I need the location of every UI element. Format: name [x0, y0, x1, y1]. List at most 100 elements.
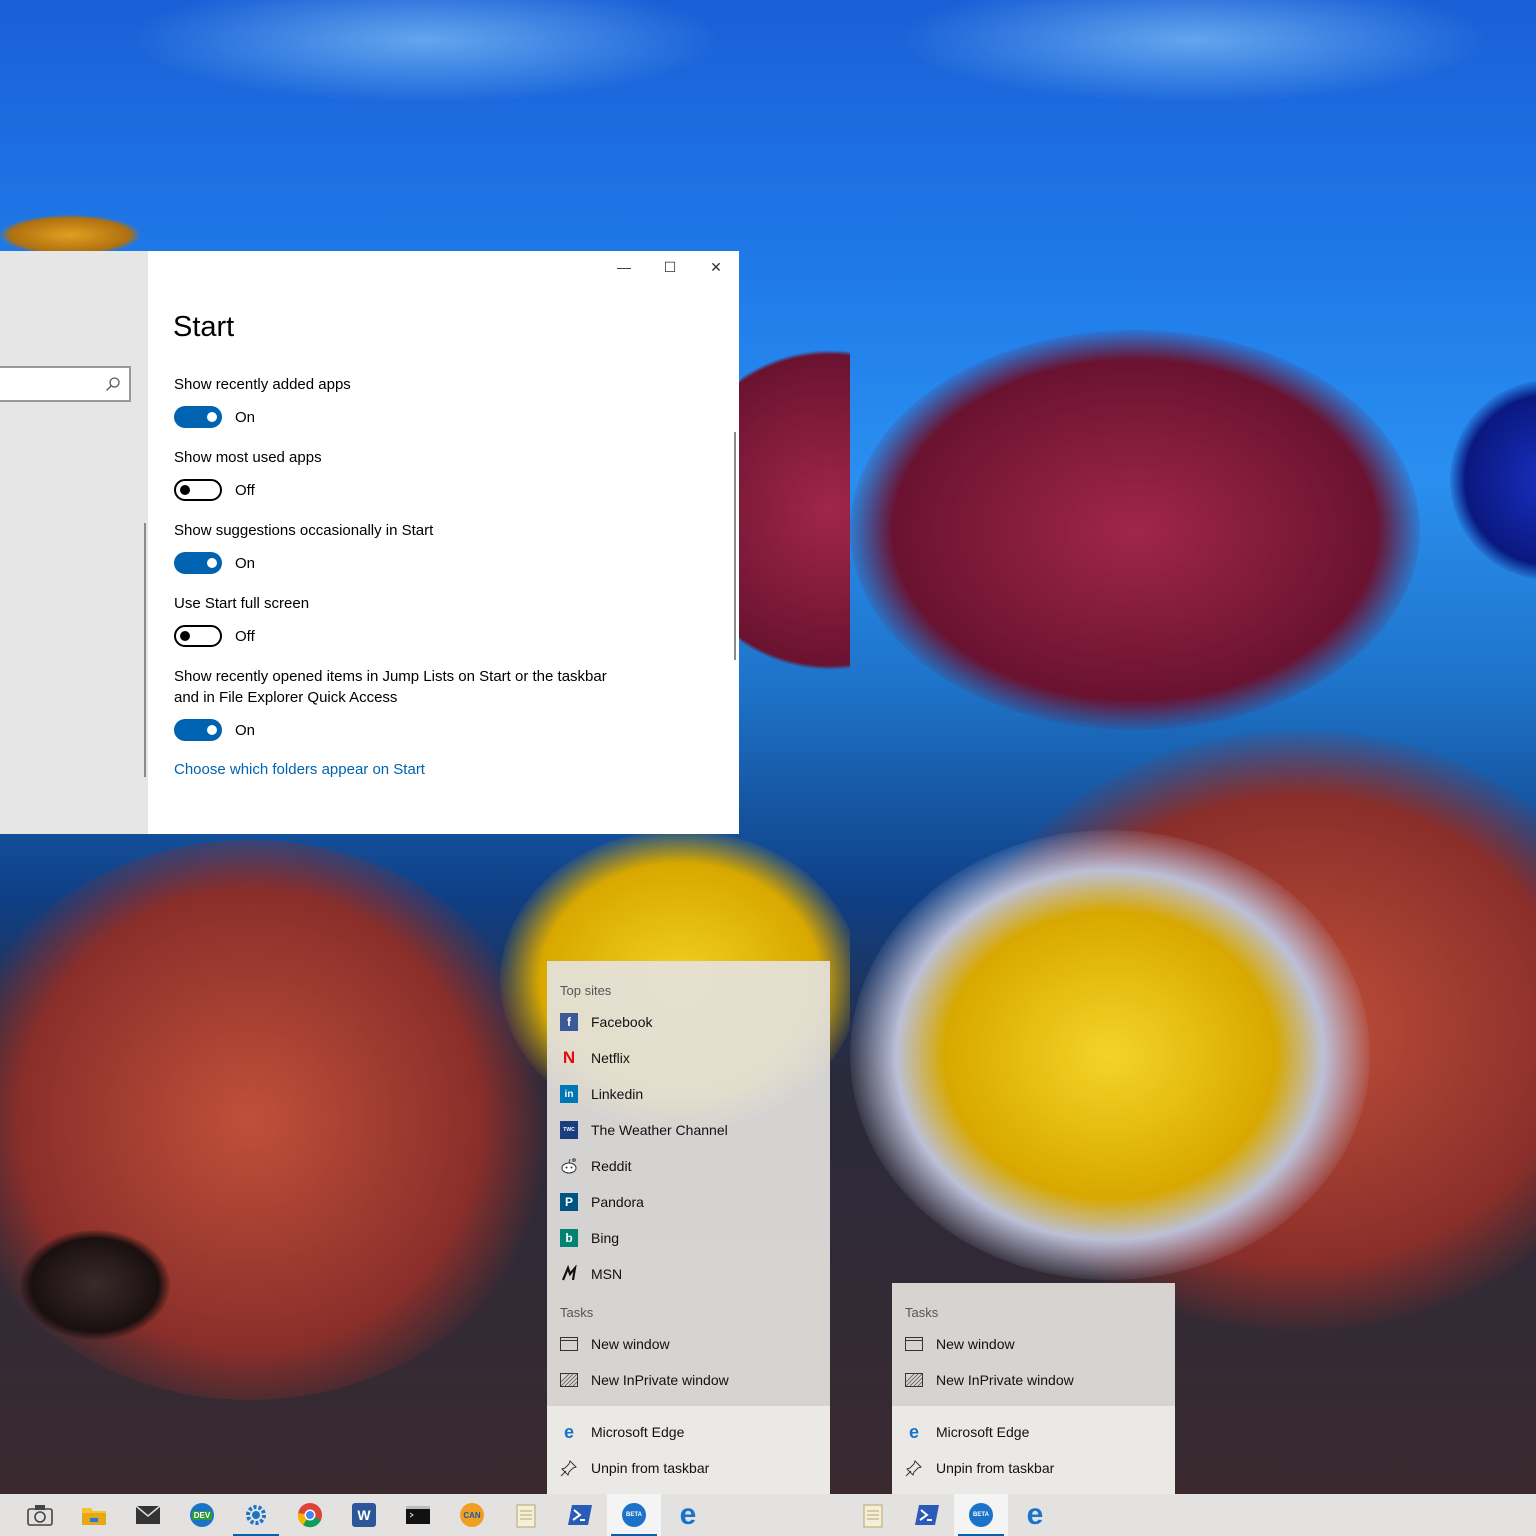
edge-jump-list: Top sites f Facebook N Netflix in Linked…	[547, 961, 830, 1494]
maximize-button[interactable]: ☐	[647, 251, 693, 283]
taskbar-microsoft-edge[interactable]: e	[1008, 1494, 1062, 1536]
toggle-most-used[interactable]	[174, 479, 222, 501]
setting-label-suggestions: Show suggestions occasionally in Start	[174, 522, 434, 539]
toggle-full-screen[interactable]	[174, 625, 222, 647]
setting-label-full-screen: Use Start full screen	[174, 595, 310, 612]
msn-icon	[560, 1265, 578, 1283]
taskbar-chrome[interactable]	[283, 1494, 337, 1536]
close-button[interactable]: ✕	[693, 251, 739, 283]
facebook-icon: f	[560, 1013, 578, 1031]
chrome-icon	[297, 1503, 322, 1528]
setting-label-recently-added: Show recently added apps	[174, 376, 351, 393]
jump-item-msn[interactable]: MSN	[560, 1260, 820, 1288]
fish-decoration	[850, 830, 1370, 1280]
taskbar-file-explorer[interactable]	[67, 1494, 121, 1536]
powershell-icon	[915, 1505, 939, 1525]
reddit-icon	[560, 1157, 578, 1175]
tasks-header: Tasks	[560, 1305, 594, 1320]
taskbar-edge-beta[interactable]: BETA	[607, 1494, 661, 1536]
settings-nav-pane	[0, 251, 148, 834]
pandora-icon: P	[560, 1193, 578, 1211]
search-icon	[106, 377, 120, 391]
main-scrollbar[interactable]	[734, 432, 736, 660]
jump-item-microsoft-edge[interactable]: e Microsoft Edge	[560, 1418, 820, 1446]
linkedin-icon: in	[560, 1085, 578, 1103]
minimize-button[interactable]: —	[601, 251, 647, 283]
top-sites-header: Top sites	[560, 983, 612, 998]
taskbar-powershell[interactable]	[553, 1494, 607, 1536]
jump-item-new-window[interactable]: New window	[905, 1330, 1165, 1358]
taskbar-left: DEV W CAN BETA e	[0, 1494, 850, 1536]
settings-gear-icon	[246, 1505, 266, 1525]
jump-item-linkedin[interactable]: in Linkedin	[560, 1080, 820, 1108]
toggle-recently-added[interactable]	[174, 406, 222, 428]
notepad-icon	[516, 1504, 536, 1528]
edge-icon: e	[908, 1421, 919, 1442]
toggle-state-most-used: Off	[235, 482, 255, 499]
jump-item-new-inprivate-window[interactable]: New InPrivate window	[905, 1366, 1165, 1394]
setting-label-jump-lists: Show recently opened items in Jump Lists…	[174, 668, 607, 685]
unpin-icon	[905, 1459, 923, 1477]
terminal-icon	[406, 1506, 430, 1524]
camera-icon	[27, 1505, 53, 1526]
settings-search-input[interactable]	[0, 366, 131, 402]
toggle-jump-lists[interactable]	[174, 719, 222, 741]
taskbar-command-prompt[interactable]	[391, 1494, 445, 1536]
edge-dev-icon: DEV	[190, 1503, 214, 1527]
settings-window: — ☐ ✕ Start Show recently added apps On …	[0, 251, 739, 834]
jump-item-new-window[interactable]: New window	[560, 1330, 820, 1358]
taskbar-camera[interactable]	[13, 1494, 67, 1536]
taskbar-settings[interactable]	[229, 1494, 283, 1536]
netflix-icon: N	[562, 1048, 576, 1067]
jump-item-netflix[interactable]: N Netflix	[560, 1044, 820, 1072]
mail-icon	[135, 1505, 161, 1524]
toggle-state-jump-lists: On	[235, 722, 256, 739]
taskbar-notepad[interactable]	[846, 1494, 900, 1536]
nav-scrollbar[interactable]	[144, 523, 146, 777]
page-title: Start	[173, 311, 235, 343]
jump-item-reddit[interactable]: Reddit	[560, 1152, 820, 1180]
edge-beta-icon: BETA	[969, 1503, 993, 1527]
toggle-state-recently-added: On	[235, 409, 256, 426]
powershell-icon	[568, 1505, 592, 1525]
jump-item-microsoft-edge[interactable]: e Microsoft Edge	[905, 1418, 1165, 1446]
jump-item-pandora[interactable]: P Pandora	[560, 1188, 820, 1216]
jump-item-unpin[interactable]: Unpin from taskbar	[905, 1454, 1165, 1482]
jump-item-facebook[interactable]: f Facebook	[560, 1008, 820, 1036]
jump-list-footer: e Microsoft Edge Unpin from taskbar	[892, 1406, 1175, 1494]
inprivate-icon	[905, 1371, 923, 1389]
taskbar-edge-dev[interactable]: DEV	[175, 1494, 229, 1536]
window-controls: — ☐ ✕	[601, 251, 739, 283]
jump-item-unpin[interactable]: Unpin from taskbar	[560, 1454, 820, 1482]
toggle-state-suggestions: On	[235, 555, 256, 572]
choose-folders-link[interactable]: Choose which folders appear on Start	[174, 761, 425, 778]
taskbar-right: BETA e	[850, 1494, 1536, 1536]
jump-item-bing[interactable]: b Bing	[560, 1224, 820, 1252]
weather-channel-icon: TWC	[560, 1121, 578, 1139]
edge-icon: e	[679, 1498, 697, 1531]
taskbar-edge-beta[interactable]: BETA	[954, 1494, 1008, 1536]
edge-beta-icon: BETA	[622, 1503, 646, 1527]
taskbar-notepad[interactable]	[499, 1494, 553, 1536]
notepad-icon	[863, 1504, 883, 1528]
tasks-header: Tasks	[905, 1305, 939, 1320]
edge-beta-jump-list: Tasks New window New InPrivate window e …	[892, 1283, 1175, 1494]
taskbar-mail[interactable]	[121, 1494, 175, 1536]
jump-item-weather-channel[interactable]: TWC The Weather Channel	[560, 1116, 820, 1144]
taskbar-word[interactable]: W	[337, 1494, 391, 1536]
jump-item-new-inprivate-window[interactable]: New InPrivate window	[560, 1366, 820, 1394]
toggle-suggestions[interactable]	[174, 552, 222, 574]
taskbar-edge-canary[interactable]: CAN	[445, 1494, 499, 1536]
setting-label-jump-lists-line2: and in File Explorer Quick Access	[174, 689, 398, 706]
bing-icon: b	[560, 1229, 578, 1247]
edge-canary-icon: CAN	[460, 1503, 484, 1527]
taskbar-powershell[interactable]	[900, 1494, 954, 1536]
taskbar-microsoft-edge[interactable]: e	[661, 1494, 715, 1536]
fish-decoration	[20, 1230, 170, 1340]
edge-icon: e	[1026, 1498, 1044, 1531]
word-icon: W	[352, 1503, 376, 1527]
coral-decoration	[850, 330, 1420, 730]
setting-label-most-used: Show most used apps	[174, 449, 322, 466]
unpin-icon	[560, 1459, 578, 1477]
desktop-wallpaper-right	[850, 0, 1536, 1494]
